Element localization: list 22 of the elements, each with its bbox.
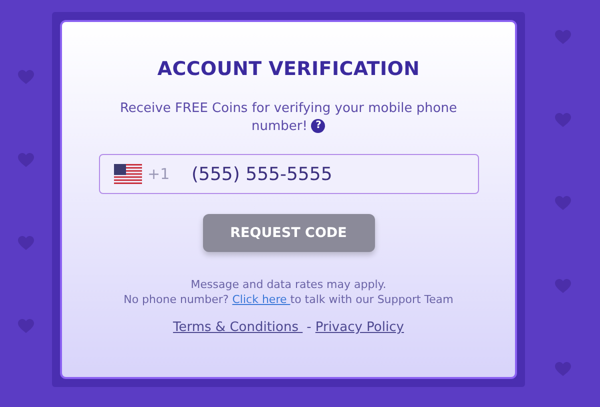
heart-icon: [18, 319, 34, 334]
support-link[interactable]: Click here: [232, 293, 290, 306]
heart-icon: [554, 196, 570, 211]
heart-icon: [554, 362, 570, 377]
heart-icon: [18, 153, 34, 168]
card-title: ACCOUNT VERIFICATION: [157, 58, 420, 80]
request-code-button[interactable]: REQUEST CODE: [202, 214, 374, 252]
phone-number-input[interactable]: (555) 555-5555: [190, 162, 464, 186]
support-text: No phone number? Click here to talk with our Support Team: [124, 293, 454, 306]
dial-code: +1: [148, 165, 171, 183]
heart-icon: [554, 113, 570, 128]
terms-link[interactable]: Terms & Conditions: [173, 320, 303, 335]
heart-icon: [554, 279, 570, 294]
flag-icon: [114, 164, 142, 184]
separator: -: [306, 320, 312, 335]
help-icon[interactable]: ?: [311, 119, 326, 134]
heart-icon: [18, 70, 34, 85]
heart-icon: [18, 236, 34, 251]
heart-icon: [554, 30, 570, 45]
rates-notice: Message and data rates may apply.: [190, 278, 386, 291]
subtitle: Receive FREE Coins for verifying your mobile phone number! ?: [118, 100, 458, 136]
privacy-link[interactable]: Privacy Policy: [315, 320, 404, 335]
